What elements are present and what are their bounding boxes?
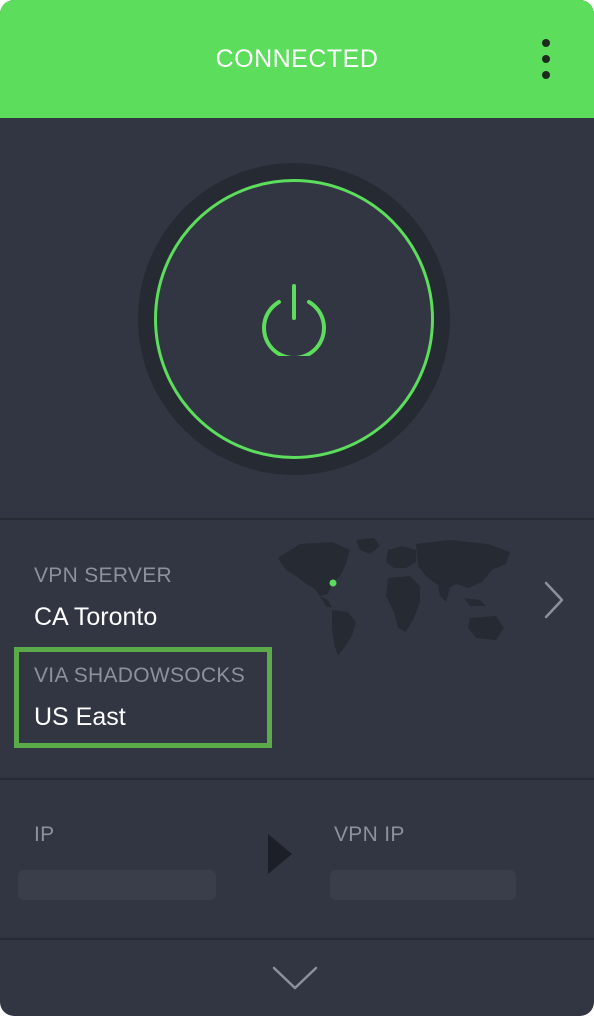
vpn-app-window: CONNECTED VPN SERVER CA Toronto VIA SHAD…	[0, 0, 594, 1016]
vpn-ip-value-hidden	[330, 870, 516, 900]
shadowsocks-region-value: US East	[34, 703, 126, 731]
shadowsocks-label: VIA SHADOWSOCKS	[34, 664, 246, 687]
power-icon	[262, 284, 326, 356]
divider	[0, 938, 594, 940]
divider	[0, 778, 594, 780]
ip-value-hidden	[18, 870, 216, 900]
power-button[interactable]	[154, 179, 434, 459]
ip-label: IP	[34, 823, 55, 846]
chevron-right-icon	[544, 581, 564, 619]
vpn-ip-label: VPN IP	[334, 823, 405, 846]
shadowsocks-highlight-box	[14, 647, 272, 748]
vertical-dots-icon	[542, 39, 550, 47]
chevron-down-icon[interactable]	[270, 962, 320, 992]
menu-button[interactable]	[528, 36, 564, 82]
vpn-server-value: CA Toronto	[34, 603, 158, 631]
play-arrow-icon	[268, 834, 292, 874]
connection-status: CONNECTED	[215, 45, 379, 73]
vpn-server-label: VPN SERVER	[34, 564, 172, 587]
status-header: CONNECTED	[0, 0, 594, 118]
world-map-icon	[278, 538, 510, 656]
